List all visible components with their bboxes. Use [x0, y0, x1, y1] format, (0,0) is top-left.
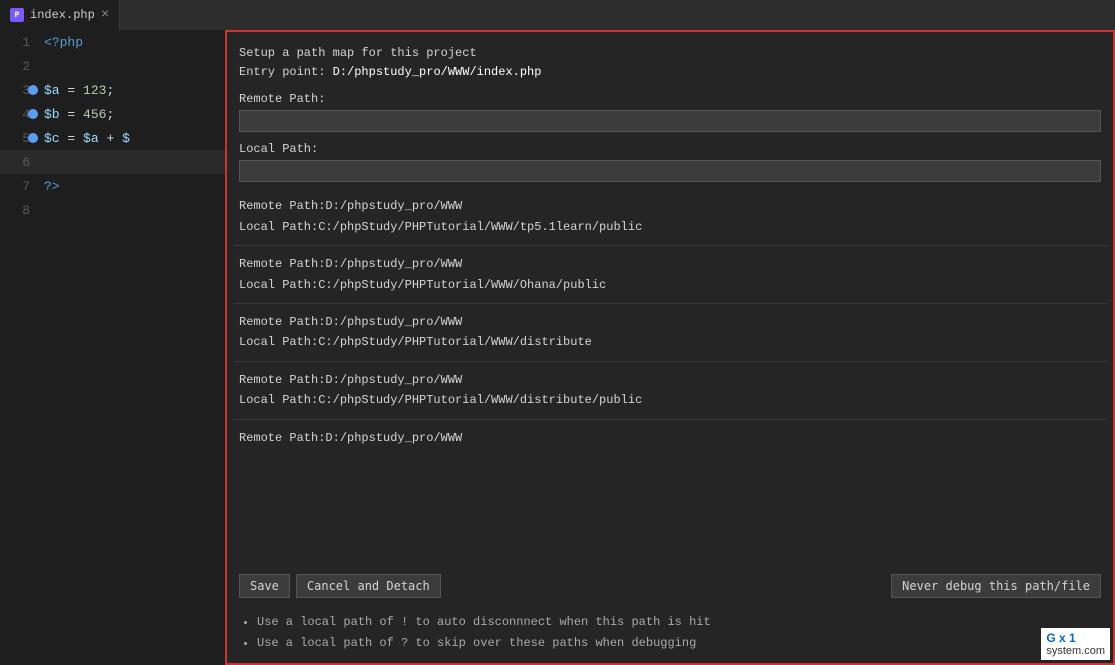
entry-point-prefix: Entry point: — [239, 65, 333, 79]
line-content-1: <?php — [40, 35, 225, 50]
pathmap-tips: Use a local path of ! to auto disconnnec… — [227, 606, 1113, 663]
watermark: G x 1 system.com — [1041, 628, 1110, 660]
pathmap-entry-point: Entry point: D:/phpstudy_pro/WWW/index.p… — [239, 63, 1101, 82]
breakpoint-5 — [28, 133, 38, 143]
tip-2: Use a local path of ? to skip over these… — [257, 633, 1101, 653]
line-number-8: 8 — [0, 203, 40, 218]
save-button[interactable]: Save — [239, 574, 290, 598]
code-editor: 1 <?php 2 3 $a = 123; 4 $b = 456; — [0, 30, 225, 665]
php-icon: P — [10, 8, 24, 22]
path-list: Remote Path:D:/phpstudy_pro/WWW Local Pa… — [227, 188, 1113, 566]
code-line-4: 4 $b = 456; — [0, 102, 225, 126]
pathmap-actions: Save Cancel and Detach Never debug this … — [227, 566, 1113, 606]
tab-bar: P index.php × — [0, 0, 1115, 30]
local-path-0: Local Path:C:/phpStudy/PHPTutorial/WWW/t… — [239, 217, 1101, 237]
path-item-1[interactable]: Remote Path:D:/phpstudy_pro/WWW Local Pa… — [233, 245, 1107, 303]
local-path-input[interactable] — [239, 160, 1101, 182]
path-item-3[interactable]: Remote Path:D:/phpstudy_pro/WWW Local Pa… — [233, 361, 1107, 419]
local-path-label: Local Path: — [239, 142, 1101, 156]
code-line-7: 7 ?> — [0, 174, 225, 198]
entry-point-value: D:/phpstudy_pro/WWW/index.php — [333, 65, 542, 79]
code-line-8: 8 — [0, 198, 225, 222]
code-line-5: 5 $c = $a + $ — [0, 126, 225, 150]
path-item-2[interactable]: Remote Path:D:/phpstudy_pro/WWW Local Pa… — [233, 303, 1107, 361]
pathmap-title: Setup a path map for this project — [239, 44, 1101, 63]
remote-path-input[interactable] — [239, 110, 1101, 132]
line-content-7: ?> — [40, 179, 225, 194]
tab-close-button[interactable]: × — [101, 8, 109, 22]
pathmap-header: Setup a path map for this project Entry … — [239, 44, 1101, 82]
line-content-5: $c = $a + $ — [40, 131, 225, 146]
path-item-0[interactable]: Remote Path:D:/phpstudy_pro/WWW Local Pa… — [233, 188, 1107, 245]
line-content-3: $a = 123; — [40, 83, 225, 98]
remote-path-2: Remote Path:D:/phpstudy_pro/WWW — [239, 312, 1101, 332]
line-number-7: 7 — [0, 179, 40, 194]
pathmap-panel: Setup a path map for this project Entry … — [225, 30, 1115, 665]
code-lines: 1 <?php 2 3 $a = 123; 4 $b = 456; — [0, 30, 225, 222]
local-path-2: Local Path:C:/phpStudy/PHPTutorial/WWW/d… — [239, 332, 1101, 352]
path-item-4[interactable]: Remote Path:D:/phpstudy_pro/WWW — [233, 419, 1107, 456]
tip-1: Use a local path of ! to auto disconnnec… — [257, 612, 1101, 632]
code-line-2: 2 — [0, 54, 225, 78]
remote-path-label: Remote Path: — [239, 92, 1101, 106]
code-line-3: 3 $a = 123; — [0, 78, 225, 102]
breakpoint-4 — [28, 109, 38, 119]
cancel-detach-button[interactable]: Cancel and Detach — [296, 574, 441, 598]
remote-path-4: Remote Path:D:/phpstudy_pro/WWW — [239, 428, 1101, 448]
never-debug-button[interactable]: Never debug this path/file — [891, 574, 1101, 598]
tab-label: index.php — [30, 8, 95, 22]
remote-path-1: Remote Path:D:/phpstudy_pro/WWW — [239, 254, 1101, 274]
remote-path-3: Remote Path:D:/phpstudy_pro/WWW — [239, 370, 1101, 390]
breakpoint-3 — [28, 85, 38, 95]
line-number-2: 2 — [0, 59, 40, 74]
watermark-domain: system.com — [1046, 645, 1105, 657]
remote-path-0: Remote Path:D:/phpstudy_pro/WWW — [239, 196, 1101, 216]
watermark-logo: G x 1 — [1046, 631, 1105, 645]
local-path-3: Local Path:C:/phpStudy/PHPTutorial/WWW/d… — [239, 390, 1101, 410]
line-content-4: $b = 456; — [40, 107, 225, 122]
local-path-1: Local Path:C:/phpStudy/PHPTutorial/WWW/O… — [239, 275, 1101, 295]
code-line-1: 1 <?php — [0, 30, 225, 54]
tab-index-php[interactable]: P index.php × — [0, 0, 120, 30]
pathmap-inner: Setup a path map for this project Entry … — [227, 32, 1113, 566]
line-number-1: 1 — [0, 35, 40, 50]
main-area: 1 <?php 2 3 $a = 123; 4 $b = 456; — [0, 30, 1115, 665]
line-number-6: 6 — [0, 155, 40, 170]
code-line-6: 6 — [0, 150, 225, 174]
